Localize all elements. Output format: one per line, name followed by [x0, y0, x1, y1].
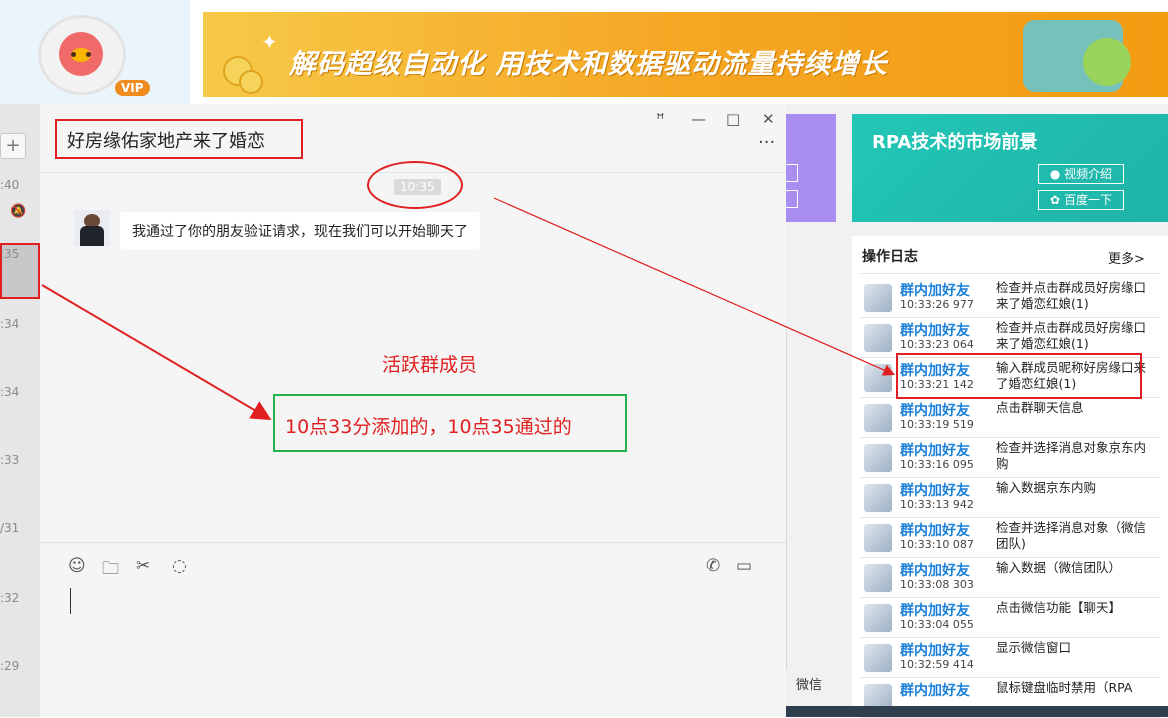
arrow-to-note [41, 284, 272, 421]
annotation-arrows [41, 197, 896, 421]
arrow-to-log [493, 197, 896, 376]
